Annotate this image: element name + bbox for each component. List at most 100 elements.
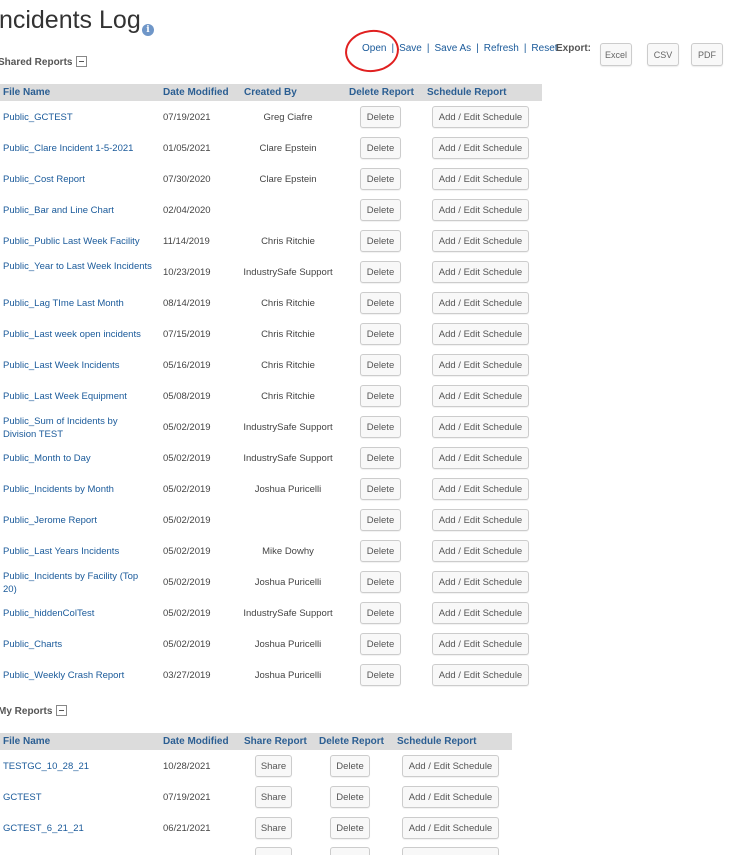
created-by: IndustrySafe Support [243, 422, 333, 433]
delete-button[interactable]: Delete [360, 602, 401, 624]
file-name-link[interactable]: TESTGC_10_28_21 [3, 760, 153, 773]
schedule-button[interactable]: Add / Edit Schedule [432, 633, 529, 655]
delete-button[interactable]: Delete [360, 168, 401, 190]
save-link[interactable]: Save [399, 43, 422, 54]
delete-button[interactable]: Delete [360, 633, 401, 655]
schedule-button[interactable] [402, 847, 499, 855]
schedule-button[interactable]: Add / Edit Schedule [432, 137, 529, 159]
schedule-button[interactable]: Add / Edit Schedule [432, 509, 529, 531]
schedule-button[interactable]: Add / Edit Schedule [432, 416, 529, 438]
delete-button[interactable]: Delete [360, 478, 401, 500]
delete-button[interactable]: Delete [360, 261, 401, 283]
delete-button[interactable]: Delete [360, 385, 401, 407]
date-modified: 05/02/2019 [163, 515, 211, 526]
column-header-share-report: Share Report [244, 736, 307, 747]
save-as-link[interactable]: Save As [434, 43, 471, 54]
delete-button[interactable]: Delete [360, 137, 401, 159]
share-button[interactable] [255, 847, 292, 855]
file-name-link[interactable]: GCTEST [3, 791, 153, 804]
delete-button[interactable]: Delete [360, 416, 401, 438]
created-by: Chris Ritchie [261, 298, 315, 309]
schedule-button[interactable]: Add / Edit Schedule [432, 385, 529, 407]
file-name-link[interactable]: Public_Incidents by Facility (Top 20) [3, 570, 153, 596]
table-row: GCTEST_6_21_21 06/21/2021 Share Delete Add /… [0, 813, 512, 844]
date-modified: 02/04/2020 [163, 205, 211, 216]
schedule-button[interactable]: Add / Edit Schedule [432, 354, 529, 376]
schedule-button[interactable]: Add / Edit Schedule [432, 292, 529, 314]
created-by: Clare Epstein [259, 174, 317, 185]
file-name-link[interactable]: Public_hiddenColTest [3, 607, 153, 620]
delete-button[interactable]: Delete [330, 755, 370, 777]
file-name-link[interactable]: Public_Jerome Report [3, 514, 153, 527]
refresh-link[interactable]: Refresh [484, 43, 519, 54]
column-header-file-name[interactable]: File Name [3, 84, 50, 101]
schedule-button[interactable]: Add / Edit Schedule [432, 540, 529, 562]
file-name-link[interactable]: Public_Charts [3, 638, 153, 651]
schedule-button[interactable]: Add / Edit Schedule [432, 230, 529, 252]
delete-button[interactable]: Delete [360, 106, 401, 128]
date-modified: 05/02/2019 [163, 546, 211, 557]
file-name-link[interactable]: Public_Incidents by Month [3, 483, 153, 496]
info-icon[interactable]: i [142, 24, 154, 36]
schedule-button[interactable]: Add / Edit Schedule [432, 571, 529, 593]
schedule-button[interactable]: Add / Edit Schedule [432, 199, 529, 221]
delete-button[interactable]: Delete [360, 509, 401, 531]
file-name-link[interactable]: GCTEST_6_21_21 [3, 822, 153, 835]
schedule-button[interactable]: Add / Edit Schedule [402, 786, 499, 808]
export-excel-button[interactable]: Excel [600, 43, 632, 66]
share-button[interactable]: Share [255, 786, 292, 808]
file-name-link[interactable]: Public_Weekly Crash Report [3, 669, 153, 682]
schedule-button[interactable]: Add / Edit Schedule [432, 664, 529, 686]
delete-button[interactable]: Delete [360, 354, 401, 376]
share-button[interactable]: Share [255, 817, 292, 839]
file-name-link[interactable]: Public_Clare Incident 1-5-2021 [3, 142, 153, 155]
share-button[interactable]: Share [255, 755, 292, 777]
schedule-button[interactable]: Add / Edit Schedule [432, 478, 529, 500]
schedule-button[interactable]: Add / Edit Schedule [432, 447, 529, 469]
schedule-button[interactable]: Add / Edit Schedule [432, 168, 529, 190]
schedule-button[interactable]: Add / Edit Schedule [432, 261, 529, 283]
file-name-link[interactable]: Public_Sum of Incidents by Division TEST [3, 415, 153, 441]
file-name-link[interactable]: Public_Last week open incidents [3, 328, 153, 341]
delete-button[interactable]: Delete [360, 323, 401, 345]
file-name-link[interactable]: Public_Last Years Incidents [3, 545, 153, 558]
delete-button[interactable]: Delete [360, 292, 401, 314]
column-header-created-by[interactable]: Created By [244, 84, 297, 101]
schedule-button[interactable]: Add / Edit Schedule [432, 323, 529, 345]
export-csv-button[interactable]: CSV [647, 43, 679, 66]
delete-button[interactable]: Delete [330, 817, 370, 839]
schedule-button[interactable]: Add / Edit Schedule [402, 817, 499, 839]
delete-button[interactable]: Delete [360, 540, 401, 562]
date-modified: 05/16/2019 [163, 360, 211, 371]
file-name-link[interactable]: Public_Last Week Incidents [3, 359, 153, 372]
schedule-button[interactable]: Add / Edit Schedule [432, 602, 529, 624]
file-name-link[interactable]: Public_Month to Day [3, 452, 153, 465]
collapse-icon[interactable] [76, 56, 88, 67]
file-name-link[interactable]: Public_Lag TIme Last Month [3, 297, 153, 310]
file-name-link[interactable]: Public_Year to Last Week Incidents [3, 260, 153, 273]
schedule-button[interactable]: Add / Edit Schedule [432, 106, 529, 128]
delete-button[interactable]: Delete [360, 571, 401, 593]
delete-button[interactable]: Delete [330, 786, 370, 808]
delete-button[interactable]: Delete [360, 230, 401, 252]
column-header-date-modified[interactable]: Date Modified [163, 733, 229, 750]
collapse-icon[interactable] [56, 705, 68, 716]
delete-button[interactable]: Delete [360, 199, 401, 221]
date-modified: 07/30/2020 [163, 174, 211, 185]
table-row: Public_Year to Last Week Incidents 10/23/… [0, 257, 542, 288]
export-pdf-button[interactable]: PDF [691, 43, 723, 66]
date-modified: 07/15/2019 [163, 329, 211, 340]
file-name-link[interactable]: Public_Last Week Equipment [3, 390, 153, 403]
column-header-file-name[interactable]: File Name [3, 733, 50, 750]
file-name-link[interactable]: Public_Cost Report [3, 173, 153, 186]
delete-button[interactable] [330, 847, 370, 855]
reset-link[interactable]: Reset [531, 43, 557, 54]
table-row: Public_Weekly Crash Report 03/27/2019 Josh… [0, 660, 542, 691]
file-name-link[interactable]: Public_Public Last Week Facility [3, 235, 153, 248]
schedule-button[interactable]: Add / Edit Schedule [402, 755, 499, 777]
column-header-date-modified[interactable]: Date Modified [163, 84, 229, 101]
file-name-link[interactable]: Public_GCTEST [3, 111, 153, 124]
file-name-link[interactable]: Public_Bar and Line Chart [3, 204, 153, 217]
delete-button[interactable]: Delete [360, 664, 401, 686]
delete-button[interactable]: Delete [360, 447, 401, 469]
